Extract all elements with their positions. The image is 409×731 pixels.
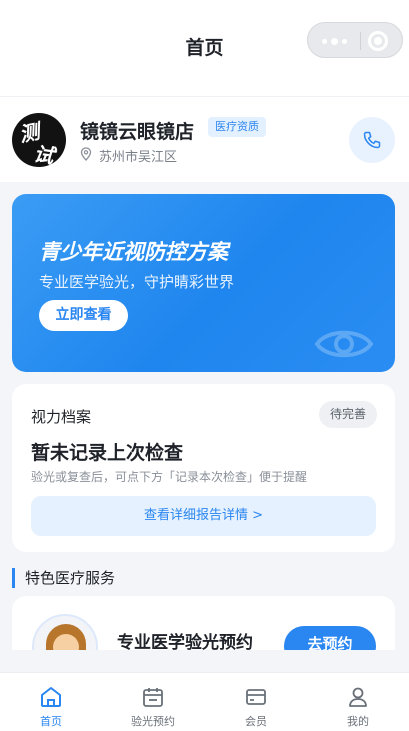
tab-home[interactable]: 首页 xyxy=(0,673,102,731)
tab-membership[interactable]: 会员 xyxy=(205,673,307,731)
vision-record-headline: 暂未记录上次检查 xyxy=(31,442,184,464)
store-header: 测 试 镜镜云眼镜店 医疗资质 苏州市吴江区 xyxy=(0,96,409,182)
view-now-button[interactable]: 立即查看 xyxy=(39,300,128,331)
store-location: 苏州市吴江区 xyxy=(99,150,178,165)
tab-bar: 首页 验光预约 会员 我的 xyxy=(0,672,409,731)
vision-record-description: 验光或复查后，可点下方「记录本次检查」便于提醒 xyxy=(31,470,308,484)
mini-program-capsule[interactable] xyxy=(307,22,403,58)
phone-icon xyxy=(363,131,381,149)
close-target-icon[interactable] xyxy=(368,31,388,51)
more-icon[interactable] xyxy=(322,38,350,45)
home-icon xyxy=(41,687,61,707)
user-icon xyxy=(349,687,367,707)
store-logo: 测 试 xyxy=(12,113,66,167)
tab-optometry-booking-label: 验光预约 xyxy=(131,715,175,728)
banner-title: 青少年近视防控方案 xyxy=(39,240,228,264)
call-button[interactable] xyxy=(349,117,395,163)
card-icon xyxy=(246,689,266,705)
view-report-button[interactable]: 查看详细报告详情 > xyxy=(31,496,376,536)
tab-home-label: 首页 xyxy=(40,715,62,728)
doctor-avatar xyxy=(32,614,98,650)
eye-icon xyxy=(315,330,373,358)
banner-subtitle: 专业医学验光，守护睛彩世界 xyxy=(39,273,235,291)
tab-optometry-booking[interactable]: 验光预约 xyxy=(102,673,204,731)
vision-record-label: 视力档案 xyxy=(31,408,92,426)
store-name: 镜镜云眼镜店 xyxy=(80,121,195,143)
status-badge: 待完善 xyxy=(318,401,377,428)
book-appointment-button[interactable]: 去预约 xyxy=(284,626,376,650)
tab-membership-label: 会员 xyxy=(245,715,267,728)
vision-record-card: 视力档案 待完善 暂未记录上次检查 验光或复查后，可点下方「记录本次检查」便于提… xyxy=(12,384,395,552)
service-title: 专业医学验光预约 xyxy=(117,633,253,650)
myopia-prevention-banner[interactable]: 青少年近视防控方案 专业医学验光，守护睛彩世界 立即查看 xyxy=(12,194,395,372)
medical-qualification-badge: 医疗资质 xyxy=(208,117,266,137)
navigation-bar: 首页 xyxy=(0,0,409,96)
tab-profile-label: 我的 xyxy=(347,715,369,728)
tab-profile[interactable]: 我的 xyxy=(307,673,409,731)
capsule-divider xyxy=(360,32,361,50)
location-pin-icon xyxy=(80,147,92,161)
service-card[interactable]: 专业医学验光预约 去预约 xyxy=(12,596,395,650)
featured-services-heading: 特色医疗服务 xyxy=(12,568,115,588)
logo-char-2: 试 xyxy=(32,141,56,167)
calendar-icon xyxy=(143,688,163,707)
